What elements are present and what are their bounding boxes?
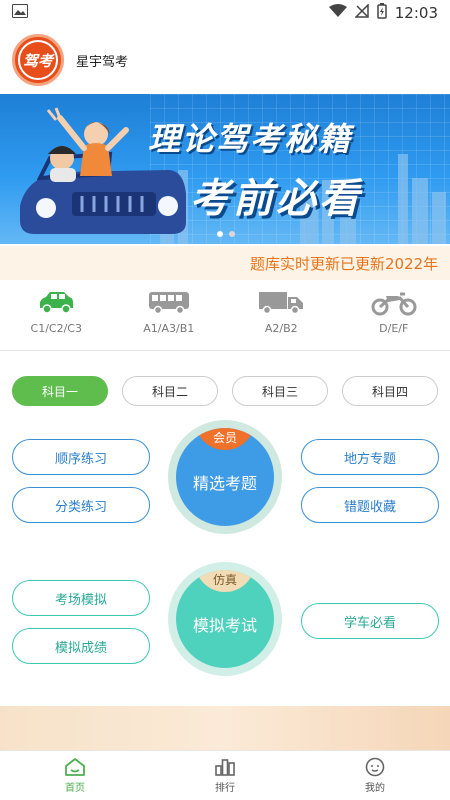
tab-subject-4[interactable]: 科目四 — [342, 376, 438, 406]
vehicle-option-motorcycle[interactable]: D/E/F — [338, 284, 450, 348]
selected-questions-label: 精选考题 — [192, 474, 257, 493]
vehicle-label: A2/B2 — [264, 322, 298, 335]
truck-icon — [259, 292, 304, 315]
wifi-icon — [328, 4, 347, 22]
profile-icon — [365, 757, 385, 777]
notice-marquee: 题库实时更新已更新2022年 — [0, 246, 450, 280]
nav-profile[interactable]: 我的 — [300, 751, 450, 800]
promo-banner[interactable]: 理论驾考秘籍 考前必看 — [0, 94, 450, 244]
banner-pagination — [216, 230, 238, 238]
car-icon — [40, 292, 74, 314]
selected-questions-button[interactable]: 会员 精选考题 — [168, 420, 282, 534]
mock-exam-label: 模拟考试 — [192, 616, 257, 635]
subject-tabs: 科目一 科目二 科目三 科目四 — [12, 376, 438, 406]
tab-subject-1[interactable]: 科目一 — [12, 376, 108, 406]
tab-subject-2[interactable]: 科目二 — [122, 376, 218, 406]
clock-time: 12:03 — [394, 4, 438, 22]
battery-charging-icon — [377, 3, 387, 23]
simulation-badge: 仿真 — [195, 570, 255, 592]
no-signal-icon — [353, 3, 369, 22]
nav-ranking[interactable]: 排行 — [150, 751, 300, 800]
tab-subject-3[interactable]: 科目三 — [232, 376, 328, 406]
ranking-icon — [215, 759, 235, 776]
bus-icon — [148, 292, 189, 315]
vehicle-option-car[interactable]: C1/C2/C3 — [0, 284, 113, 348]
vehicle-option-truck[interactable]: A2/B2 — [225, 284, 338, 348]
nav-home-label: 首页 — [65, 783, 85, 794]
app-screen: 12:03 驾考 星宇驾考 理论驾考秘籍 考前必看 题库实时更新已更新2022年… — [0, 0, 450, 800]
selected-questions-circle: 会员 精选考题 — [176, 428, 274, 526]
banner-subheadline: 考前必看 — [190, 176, 362, 222]
nav-home[interactable]: 首页 — [0, 751, 150, 800]
wrong-questions-button[interactable]: 错题收藏 — [301, 487, 439, 523]
logo-text: 驾考 — [18, 40, 58, 80]
nav-ranking-label: 排行 — [215, 783, 235, 794]
gallery-notification-icon — [12, 4, 28, 22]
exam-room-simulation-button[interactable]: 考场模拟 — [12, 580, 150, 616]
app-title: 星宇驾考 — [76, 54, 129, 70]
notice-text: 题库实时更新已更新2022年 — [250, 254, 439, 273]
vip-badge: 会员 — [195, 428, 255, 450]
status-bar: 12:03 — [0, 0, 450, 26]
mock-exam-button[interactable]: 仿真 模拟考试 — [168, 562, 282, 676]
vehicle-option-bus[interactable]: A1/A3/B1 — [113, 284, 226, 348]
sequential-practice-button[interactable]: 顺序练习 — [12, 439, 150, 475]
mock-exam-circle: 仿真 模拟考试 — [176, 570, 274, 668]
banner-headline: 理论驾考秘籍 — [148, 120, 353, 158]
status-indicators: 12:03 — [328, 3, 438, 23]
learning-must-see-button[interactable]: 学车必看 — [301, 603, 439, 639]
bottom-navigation: 首页 排行 我的 — [0, 750, 450, 800]
nav-profile-label: 我的 — [365, 783, 385, 794]
section-divider — [0, 350, 450, 351]
vehicle-type-selector: C1/C2/C3 A1/A3/B1 A2/B2 D/E/F — [0, 284, 450, 348]
vehicle-label: C1/C2/C3 — [30, 322, 82, 335]
local-topics-button[interactable]: 地方专题 — [301, 439, 439, 475]
home-icon — [65, 758, 85, 776]
vehicle-label: D/E/F — [379, 322, 409, 335]
vehicle-label: A1/A3/B1 — [143, 322, 195, 335]
mock-scores-button[interactable]: 模拟成绩 — [12, 628, 150, 664]
motorcycle-icon — [371, 292, 417, 316]
app-logo: 驾考 — [12, 34, 64, 86]
app-header: 驾考 星宇驾考 — [0, 26, 450, 94]
ad-banner-strip[interactable] — [0, 706, 450, 752]
category-practice-button[interactable]: 分类练习 — [12, 487, 150, 523]
